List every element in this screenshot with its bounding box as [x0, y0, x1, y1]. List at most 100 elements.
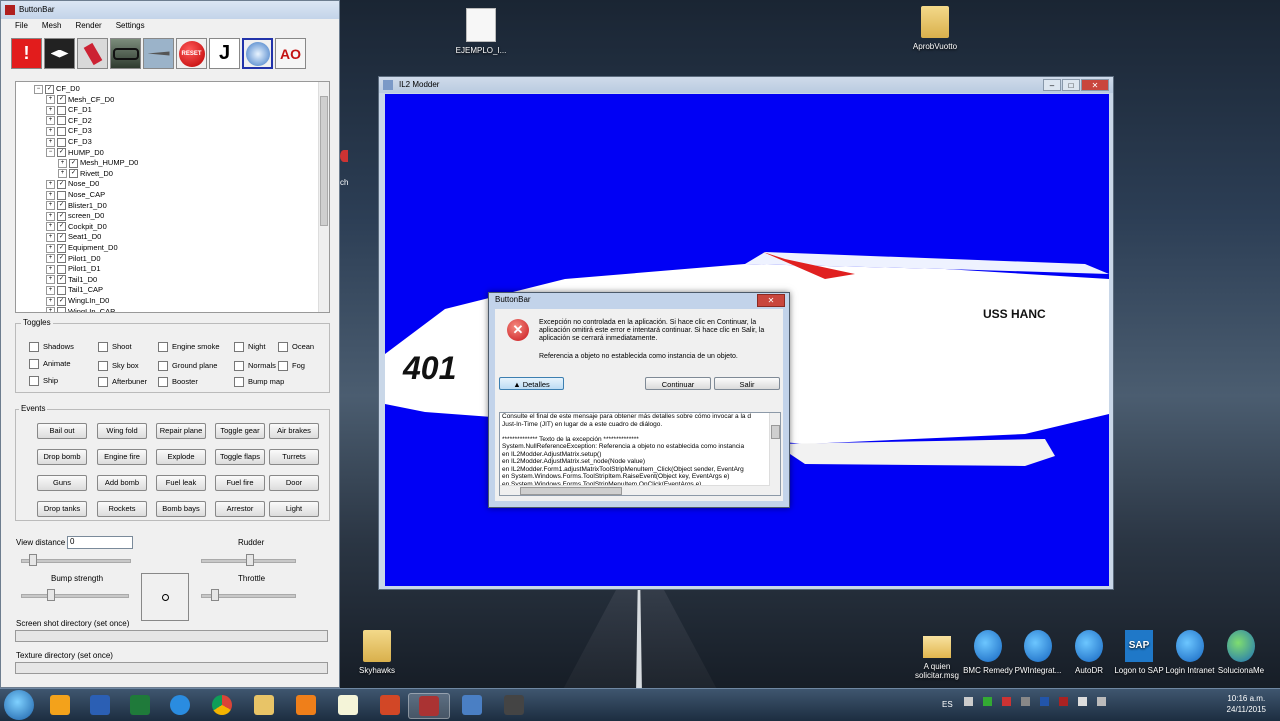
- expand-icon[interactable]: +: [58, 158, 67, 168]
- tree-item[interactable]: + ✓ screen_D0: [46, 211, 104, 221]
- taskbar-powerpoint[interactable]: [370, 693, 410, 717]
- expand-icon[interactable]: +: [46, 211, 55, 221]
- taskbar-outlook[interactable]: [40, 693, 80, 717]
- expand-icon[interactable]: +: [46, 137, 55, 147]
- tree-item[interactable]: + Nose_CAP: [46, 190, 105, 200]
- tree-item[interactable]: + CF_D2: [46, 116, 92, 126]
- menu-settings[interactable]: Settings: [116, 19, 145, 33]
- taskbar-chrome[interactable]: [202, 693, 242, 717]
- cockpit-tool-button[interactable]: [110, 38, 141, 69]
- tree-checkbox[interactable]: ✓: [57, 211, 66, 221]
- expand-icon[interactable]: +: [46, 222, 55, 232]
- menu-render[interactable]: Render: [75, 19, 101, 33]
- details-button[interactable]: ▲ Detalles: [499, 377, 564, 390]
- expand-icon[interactable]: +: [46, 275, 55, 285]
- joystick-dot[interactable]: [162, 594, 169, 601]
- taskbar-il2-modder[interactable]: [408, 693, 450, 719]
- event-button[interactable]: Light: [269, 501, 319, 517]
- event-button[interactable]: Drop tanks: [37, 501, 87, 517]
- tree-item[interactable]: + ✓ Mesh_CF_D0: [46, 95, 114, 105]
- tree-checkbox[interactable]: [57, 264, 66, 274]
- tree-checkbox[interactable]: ✓: [57, 179, 66, 189]
- checkbox-box[interactable]: [29, 342, 39, 353]
- network-icon[interactable]: [1078, 697, 1087, 706]
- tree-checkbox[interactable]: [57, 285, 66, 295]
- event-button[interactable]: Turrets: [269, 449, 319, 465]
- toggle-checkbox[interactable]: Engine smoke: [158, 342, 220, 353]
- toggle-checkbox[interactable]: Sky box: [98, 361, 139, 372]
- expand-icon[interactable]: +: [46, 95, 55, 105]
- tray-icon[interactable]: [983, 697, 992, 706]
- tree-item[interactable]: + ✓ Rivett_D0: [58, 169, 113, 179]
- graduation-cap-tool-button[interactable]: [44, 38, 75, 69]
- taskbar-internet-explorer[interactable]: [160, 693, 200, 717]
- tree-checkbox[interactable]: [57, 137, 66, 147]
- tree-item[interactable]: + Pilot1_D1: [46, 264, 101, 274]
- joystick-pad[interactable]: [141, 573, 189, 621]
- reset-tool-button[interactable]: RESET: [176, 38, 207, 69]
- close-button[interactable]: ✕: [1081, 79, 1109, 91]
- event-button[interactable]: Engine fire: [97, 449, 147, 465]
- event-button[interactable]: Drop bomb: [37, 449, 87, 465]
- dialog-titlebar[interactable]: ButtonBar ✕: [489, 293, 789, 307]
- desktop-icon-ejemplo[interactable]: EJEMPLO_I...: [446, 8, 516, 55]
- checkbox-box[interactable]: [278, 342, 288, 353]
- expand-icon[interactable]: +: [46, 105, 55, 115]
- tree-item[interactable]: + CF_D3: [46, 126, 92, 136]
- continue-button[interactable]: Continuar: [645, 377, 711, 390]
- tree-item[interactable]: + CF_D1: [46, 105, 92, 115]
- event-button[interactable]: Add bomb: [97, 475, 147, 491]
- toggle-checkbox[interactable]: Ground plane: [158, 361, 217, 372]
- throttle-slider[interactable]: [201, 589, 296, 601]
- event-button[interactable]: Guns: [37, 475, 87, 491]
- toggle-checkbox[interactable]: Bump map: [234, 377, 284, 388]
- expand-icon[interactable]: +: [46, 254, 55, 264]
- volume-icon[interactable]: [1097, 697, 1106, 706]
- view-distance-slider[interactable]: [21, 554, 131, 566]
- details-vertical-scrollbar[interactable]: [769, 413, 780, 495]
- mesh-tree[interactable]: − ✓ CF_D0 + ✓ Mesh_CF_D0 + CF_D1 + CF_D2 + CF_D3 + CF…: [15, 81, 330, 313]
- taskbar-excel[interactable]: [120, 693, 160, 717]
- tree-item[interactable]: + WingLIn_CAP: [46, 307, 115, 312]
- tree-checkbox[interactable]: ✓: [69, 169, 78, 179]
- slider-thumb[interactable]: [47, 589, 55, 601]
- collapse-icon[interactable]: −: [34, 84, 43, 94]
- taskbar-media-player[interactable]: [286, 693, 326, 717]
- tray-icon[interactable]: [1040, 697, 1049, 706]
- checkbox-box[interactable]: [234, 361, 244, 372]
- menu-file[interactable]: File: [15, 19, 28, 33]
- tree-checkbox[interactable]: [57, 190, 66, 200]
- event-button[interactable]: Toggle flaps: [215, 449, 265, 465]
- expand-icon[interactable]: +: [46, 201, 55, 211]
- scrollbar-thumb[interactable]: [771, 425, 780, 439]
- clock[interactable]: 10:16 a.m. 24/11/2015: [1227, 693, 1266, 715]
- event-button[interactable]: Air brakes: [269, 423, 319, 439]
- exit-button[interactable]: Salir: [714, 377, 780, 390]
- bump-strength-slider[interactable]: [21, 589, 129, 601]
- maximize-button[interactable]: □: [1062, 79, 1080, 91]
- taskbar-remote[interactable]: [452, 693, 492, 717]
- expand-icon[interactable]: +: [46, 243, 55, 253]
- tree-checkbox[interactable]: ✓: [57, 275, 66, 285]
- tree-checkbox[interactable]: ✓: [57, 222, 66, 232]
- toggle-checkbox[interactable]: Shadows: [29, 342, 74, 353]
- expand-icon[interactable]: +: [46, 190, 55, 200]
- slider-thumb[interactable]: [29, 554, 37, 566]
- exception-details-textbox[interactable]: Consulte el final de este mensaje para o…: [499, 412, 781, 496]
- scrollbar-thumb[interactable]: [320, 96, 328, 226]
- toggle-checkbox[interactable]: Animate: [29, 359, 71, 370]
- tree-checkbox[interactable]: [57, 116, 66, 126]
- desktop-icon-aprobvuotto[interactable]: AprobVuotto: [900, 6, 970, 51]
- expand-icon[interactable]: +: [58, 169, 67, 179]
- checkbox-box[interactable]: [234, 377, 244, 388]
- hook-tool-button[interactable]: J: [209, 38, 240, 69]
- expand-icon[interactable]: +: [46, 264, 55, 274]
- tree-item[interactable]: − ✓ HUMP_D0: [46, 148, 104, 158]
- tree-item[interactable]: + ✓ Blister1_D0: [46, 201, 107, 211]
- event-button[interactable]: Rockets: [97, 501, 147, 517]
- alert-tool-button[interactable]: !: [11, 38, 42, 69]
- ao-tool-button[interactable]: AO: [275, 38, 306, 69]
- rudder-slider[interactable]: [201, 554, 296, 566]
- toggle-checkbox[interactable]: Ship: [29, 376, 58, 387]
- tree-checkbox[interactable]: ✓: [69, 158, 78, 168]
